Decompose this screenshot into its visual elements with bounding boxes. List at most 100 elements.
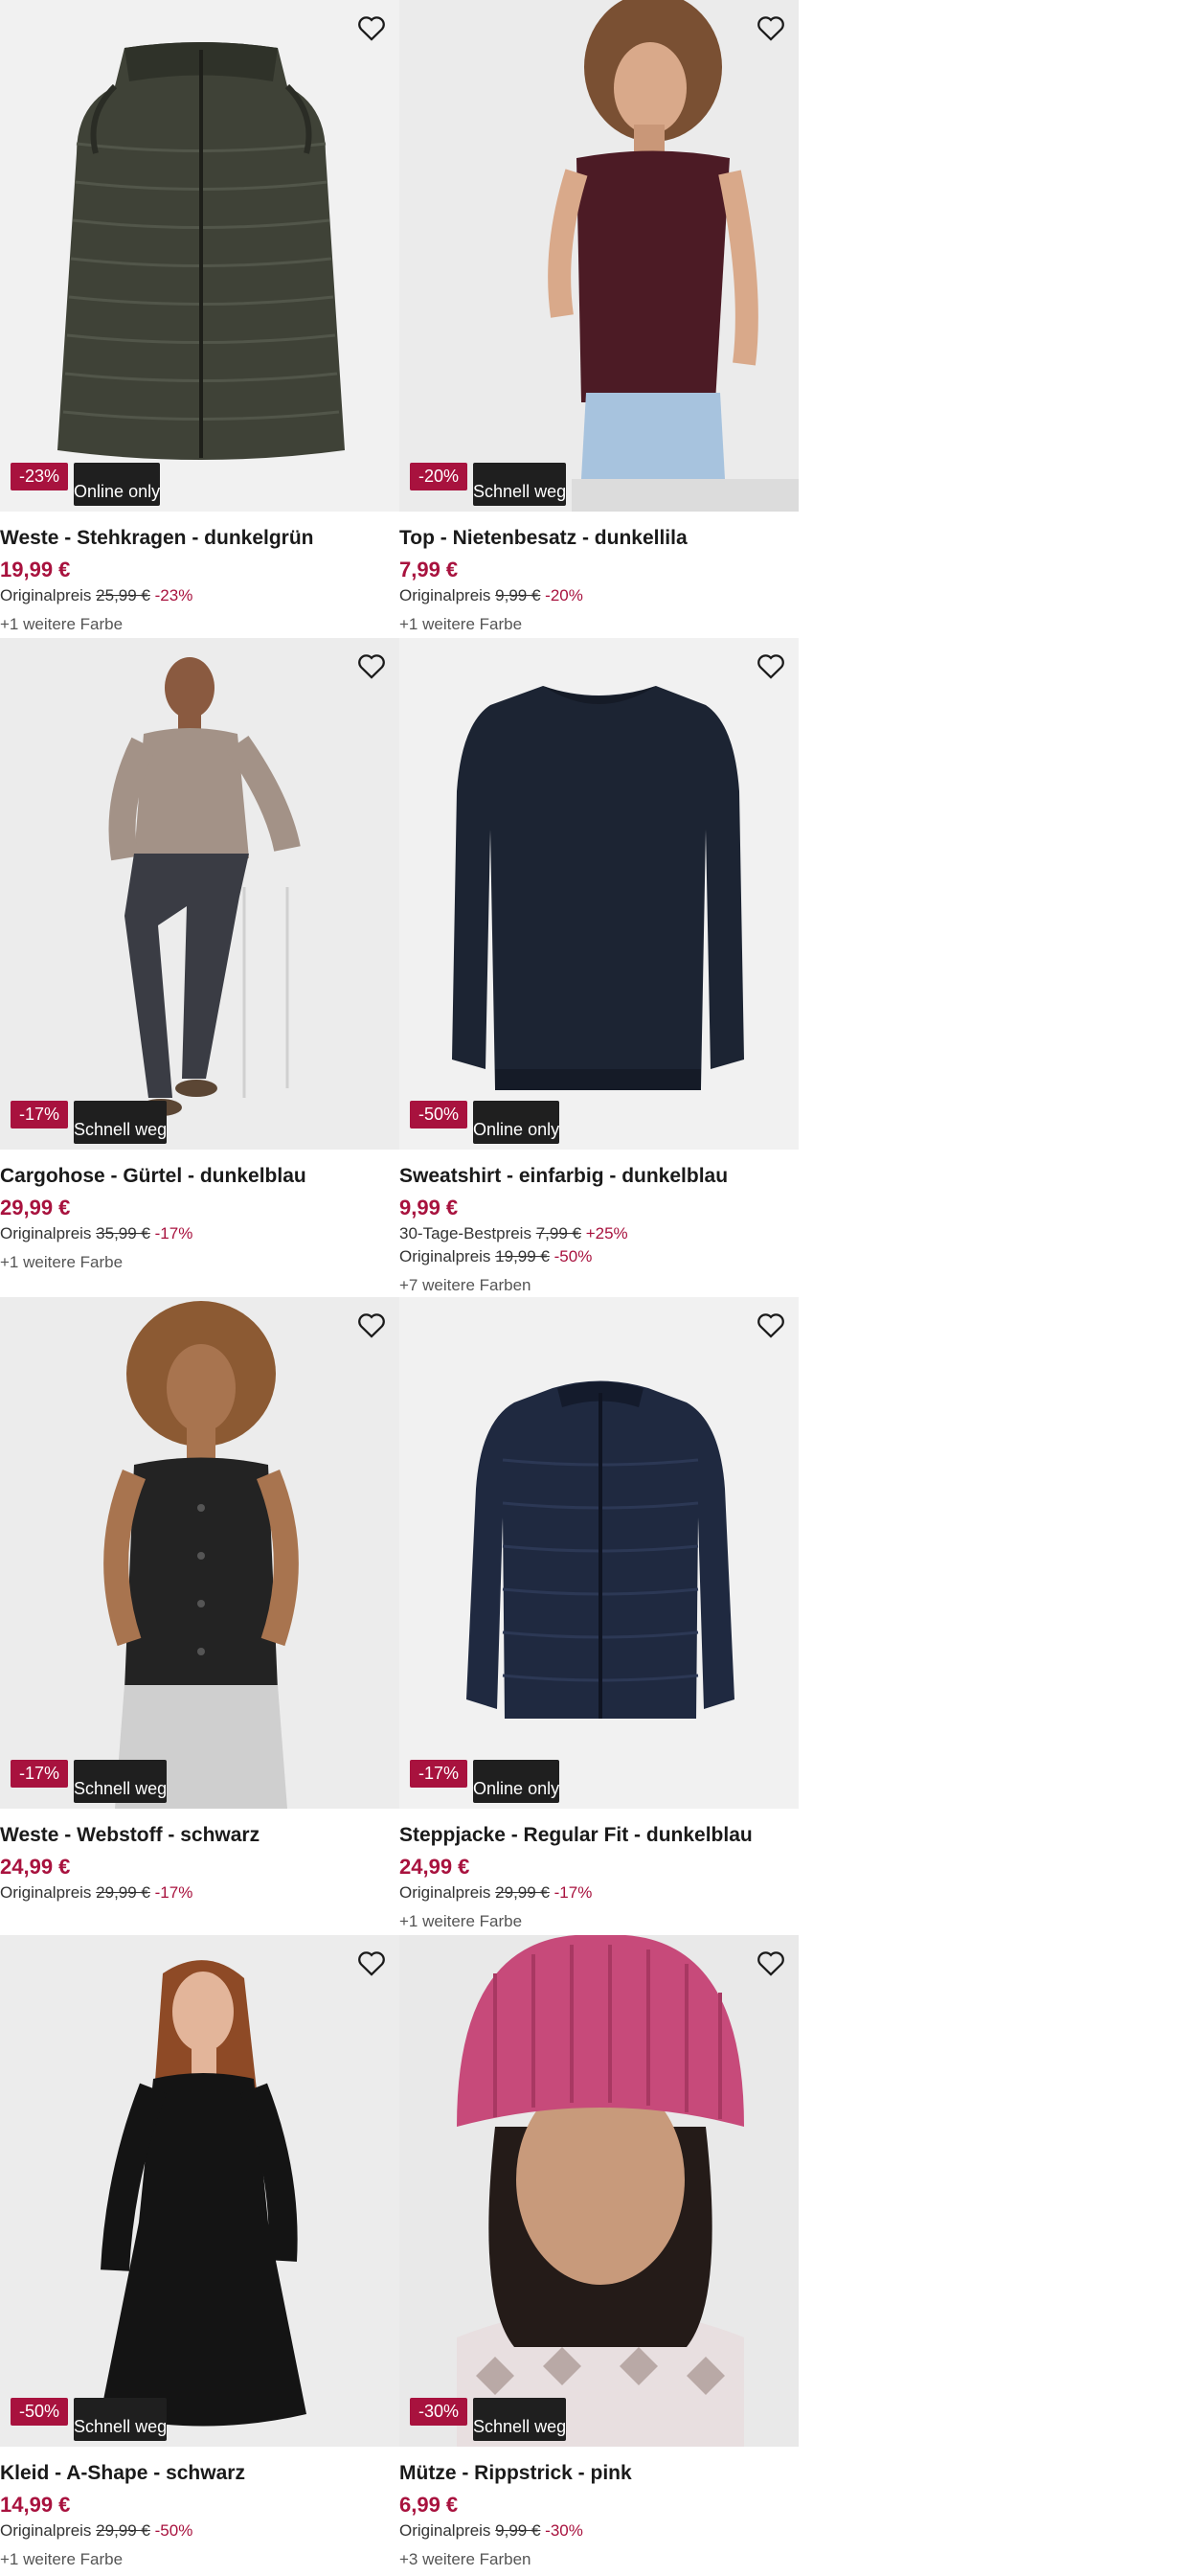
product-info: Steppjacke - Regular Fit - dunkelblau 24…	[399, 1809, 799, 1931]
product-name[interactable]: Weste - Webstoff - schwarz	[0, 1824, 399, 1847]
beanie-pink-model-illustration	[399, 1935, 799, 2447]
badge-group: -17% Online only	[410, 1760, 560, 1803]
heart-outline-icon[interactable]	[355, 1947, 388, 1979]
discount-badge: -50%	[11, 2398, 69, 2426]
original-price-line: Originalpreis 29,99 € -50%	[0, 2521, 399, 2541]
discount-badge: -20%	[410, 463, 468, 490]
tag-badge: Online only	[473, 1101, 560, 1144]
price-label: Originalpreis	[0, 1883, 92, 1902]
original-price-line: Originalpreis 29,99 € -17%	[0, 1883, 399, 1903]
dress-black-model-illustration	[0, 1935, 399, 2447]
discount-badge: -50%	[410, 1101, 468, 1128]
product-image[interactable]: -50% Schnell weg	[0, 1935, 399, 2447]
heart-outline-icon[interactable]	[755, 650, 787, 682]
product-name[interactable]: Kleid - A-Shape - schwarz	[0, 2462, 399, 2485]
price-percent: -17%	[154, 1883, 193, 1902]
price-label: Originalpreis	[399, 1247, 491, 1265]
product-price: 19,99 €	[0, 558, 71, 581]
product-price: 24,99 €	[399, 1855, 470, 1879]
heart-outline-icon[interactable]	[755, 1309, 787, 1341]
more-colors-link[interactable]: +1 weitere Farbe	[399, 1912, 799, 1931]
product-image[interactable]: -17% Online only	[399, 1297, 799, 1809]
price-label: Originalpreis	[0, 1224, 92, 1242]
more-colors-link[interactable]: +1 weitere Farbe	[0, 1253, 399, 1272]
product-info: Weste - Webstoff - schwarz 24,99 € Origi…	[0, 1809, 399, 1903]
old-price: 7,99 €	[535, 1224, 581, 1242]
badge-group: -23% Online only	[11, 463, 161, 506]
product-image[interactable]: -30% Schnell weg	[399, 1935, 799, 2447]
product-card[interactable]: -23% Online only Weste - Stehkragen - du…	[0, 0, 399, 638]
tag-badge: Online only	[473, 1760, 560, 1803]
discount-badge: -23%	[11, 463, 69, 490]
product-info: Sweatshirt - einfarbig - dunkelblau 9,99…	[399, 1150, 799, 1295]
product-price: 29,99 €	[0, 1196, 71, 1220]
product-name[interactable]: Top - Nietenbesatz - dunkellila	[399, 527, 799, 550]
best-price-line: 30-Tage-Bestpreis 7,99 € +25%	[399, 1224, 799, 1243]
product-price: 7,99 €	[399, 558, 459, 581]
old-price: 29,99 €	[96, 1883, 150, 1902]
original-price-line: Originalpreis 19,99 € -50%	[399, 1247, 799, 1266]
heart-outline-icon[interactable]	[355, 1309, 388, 1341]
product-price: 24,99 €	[0, 1855, 71, 1879]
product-card[interactable]: -17% Schnell weg Cargohose - Gürtel - du…	[0, 638, 399, 1297]
product-card[interactable]: -50% Online only Sweatshirt - einfarbig …	[399, 638, 799, 1297]
heart-outline-icon[interactable]	[755, 1947, 787, 1979]
product-price: 6,99 €	[399, 2493, 459, 2517]
price-label: Originalpreis	[399, 2521, 491, 2540]
product-name[interactable]: Steppjacke - Regular Fit - dunkelblau	[399, 1824, 799, 1847]
tag-badge: Schnell weg	[473, 2398, 567, 2441]
product-price: 14,99 €	[0, 2493, 71, 2517]
more-colors-link[interactable]: +1 weitere Farbe	[399, 615, 799, 634]
price-label: 30-Tage-Bestpreis	[399, 1224, 531, 1242]
heart-outline-icon[interactable]	[355, 11, 388, 44]
product-card[interactable]: -20% Schnell weg Top - Nietenbesatz - du…	[399, 0, 799, 638]
old-price: 25,99 €	[96, 586, 150, 604]
old-price: 35,99 €	[96, 1224, 150, 1242]
product-image[interactable]: -17% Schnell weg	[0, 638, 399, 1150]
original-price-line: Originalpreis 35,99 € -17%	[0, 1224, 399, 1243]
product-card[interactable]: -17% Online only Steppjacke - Regular Fi…	[399, 1297, 799, 1935]
more-colors-link[interactable]: +3 weitere Farben	[399, 2550, 799, 2569]
product-name[interactable]: Weste - Stehkragen - dunkelgrün	[0, 527, 399, 550]
price-percent: -50%	[553, 1247, 593, 1265]
more-colors-link[interactable]: +1 weitere Farbe	[0, 615, 399, 634]
discount-badge: -30%	[410, 2398, 468, 2426]
price-percent: -50%	[154, 2521, 193, 2540]
old-price: 29,99 €	[495, 1883, 550, 1902]
product-name[interactable]: Cargohose - Gürtel - dunkelblau	[0, 1165, 399, 1188]
tag-badge: Schnell weg	[74, 1760, 168, 1803]
tag-badge: Schnell weg	[473, 463, 567, 506]
original-price-line: Originalpreis 9,99 € -20%	[399, 586, 799, 605]
product-price: 9,99 €	[399, 1196, 459, 1220]
product-image[interactable]: -20% Schnell weg	[399, 0, 799, 512]
badge-group: -30% Schnell weg	[410, 2398, 567, 2441]
badge-group: -17% Schnell weg	[11, 1101, 168, 1144]
price-label: Originalpreis	[0, 2521, 92, 2540]
top-burgundy-model-illustration	[399, 0, 799, 512]
price-label: Originalpreis	[399, 1883, 491, 1902]
heart-outline-icon[interactable]	[355, 650, 388, 682]
product-image[interactable]: -17% Schnell weg	[0, 1297, 399, 1809]
heart-outline-icon[interactable]	[755, 11, 787, 44]
original-price-line: Originalpreis 9,99 € -30%	[399, 2521, 799, 2541]
product-image[interactable]: -23% Online only	[0, 0, 399, 512]
price-percent: -23%	[154, 586, 193, 604]
product-name[interactable]: Mütze - Rippstrick - pink	[399, 2462, 799, 2485]
product-card[interactable]: -30% Schnell weg Mütze - Rippstrick - pi…	[399, 1935, 799, 2576]
product-image[interactable]: -50% Online only	[399, 638, 799, 1150]
original-price-line: Originalpreis 25,99 € -23%	[0, 586, 399, 605]
product-info: Kleid - A-Shape - schwarz 14,99 € Origin…	[0, 2447, 399, 2569]
more-colors-link[interactable]: +1 weitere Farbe	[0, 2550, 399, 2569]
product-info: Cargohose - Gürtel - dunkelblau 29,99 € …	[0, 1150, 399, 1272]
product-name[interactable]: Sweatshirt - einfarbig - dunkelblau	[399, 1165, 799, 1188]
discount-badge: -17%	[11, 1101, 69, 1128]
vest-green-illustration	[57, 42, 345, 460]
product-card[interactable]: -50% Schnell weg Kleid - A-Shape - schwa…	[0, 1935, 399, 2576]
price-percent: -17%	[553, 1883, 593, 1902]
product-card[interactable]: -17% Schnell weg Weste - Webstoff - schw…	[0, 1297, 399, 1935]
sweatshirt-navy-illustration	[452, 686, 744, 1090]
more-colors-link[interactable]: +7 weitere Farben	[399, 1276, 799, 1295]
product-info: Mütze - Rippstrick - pink 6,99 € Origina…	[399, 2447, 799, 2569]
badge-group: -20% Schnell weg	[410, 463, 567, 506]
price-percent: -17%	[154, 1224, 193, 1242]
